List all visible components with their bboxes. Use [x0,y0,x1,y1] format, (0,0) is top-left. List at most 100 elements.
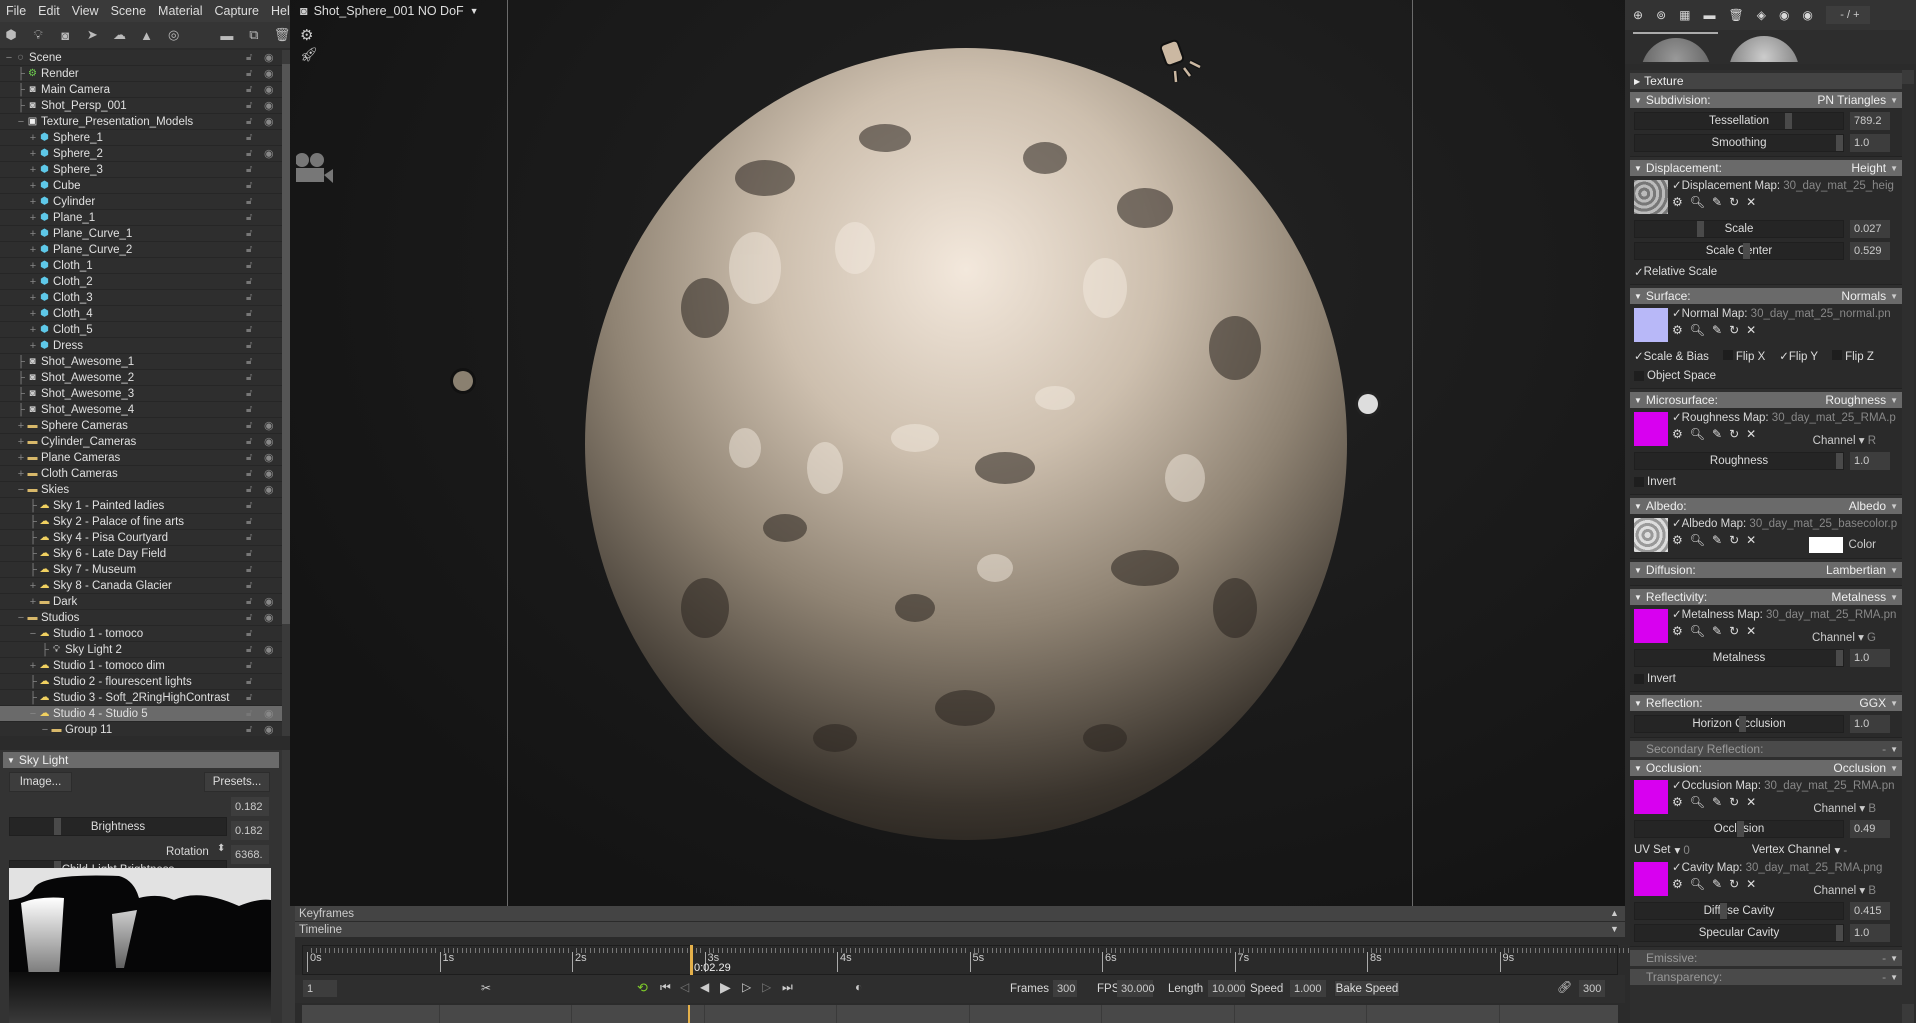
map-browse-magnifier-icon[interactable]: 🔍︎ [1690,795,1705,809]
jump-end-icon[interactable]: ⏭ [782,980,793,995]
check-icon[interactable]: ✓ [1672,180,1682,192]
visibility-eye-icon[interactable]: ◉ [264,611,278,624]
lock-icon[interactable]: 🔓︎ [246,500,256,511]
outliner-item[interactable]: + ⬢ Plane_Curve_2 🔓︎ [0,242,282,258]
occlusion-value[interactable]: 0.49 [1850,820,1890,838]
flip-y-checkbox[interactable]: ✓Flip Y [1779,349,1818,363]
check-icon[interactable]: ✓ [1672,412,1682,424]
lock-icon[interactable]: 🔓︎ [246,612,256,623]
transparency-section[interactable]: Transparency: - ▼ [1630,969,1902,985]
open-material-icon[interactable]: ▬ [1703,8,1715,22]
end-frame-field[interactable]: 300 [1579,980,1605,997]
play-icon[interactable]: ▶ [720,979,731,996]
keyframes-header[interactable]: Keyframes [295,906,1625,921]
reflection-mode-dropdown[interactable]: GGX [1859,696,1886,710]
rotation-value[interactable]: 6368. [231,845,269,864]
outliner-scrollbar[interactable] [282,50,290,736]
visibility-eye-icon[interactable]: ◉ [264,643,278,656]
check-icon[interactable]: ✓ [1672,518,1682,530]
outliner-item[interactable]: − ☁ Studio 1 - tomoco 🔓︎ [0,626,282,642]
occlusion-map-thumbnail[interactable] [1634,780,1668,814]
slider-knob[interactable] [1836,925,1843,941]
visibility-eye-icon[interactable]: ◉ [264,67,278,80]
map-reload-icon[interactable]: ↻ [1729,795,1739,809]
expand-icon[interactable]: + [28,260,38,272]
camera-gizmo-icon[interactable] [295,150,334,186]
map-edit-pencil-icon[interactable]: ✎ [1712,533,1722,547]
slider-knob[interactable] [1720,903,1727,919]
albedo-color-swatch[interactable] [1808,537,1843,553]
horizon-occlusion-slider[interactable]: Horizon Occlusion [1634,715,1844,733]
outliner-item[interactable]: ├ ☁ Sky 2 - Palace of fine arts 🔓︎ [0,514,282,530]
cavity-map-thumbnail[interactable] [1634,862,1668,896]
expand-icon[interactable]: + [28,196,38,208]
lock-icon[interactable]: 🔓︎ [246,292,256,303]
omni-light-gizmo-icon[interactable] [1354,390,1382,418]
outliner-item[interactable]: + ▬ Sphere Cameras 🔓︎ ◉ [0,418,282,434]
brightness-value[interactable]: 0.182 [231,797,269,816]
lock-icon[interactable]: 🔓︎ [246,564,256,575]
sky-light-header[interactable]: ▼ Sky Light [3,752,279,768]
specular-cavity-slider[interactable]: Specular Cavity [1634,924,1844,942]
add-turntable-icon[interactable]: ◎ [167,27,181,43]
map-settings-gear-icon[interactable]: ⚙ [1672,795,1683,809]
add-transform-icon[interactable]: ➤ [85,27,99,43]
lock-icon[interactable]: 🔓︎ [246,116,256,127]
expand-icon[interactable]: + [28,324,38,336]
metalness-map-thumbnail[interactable] [1634,609,1668,643]
secondary-reflection-section[interactable]: Secondary Reflection: - ▼ [1630,741,1902,757]
check-icon[interactable]: ✓ [1672,609,1682,621]
lock-icon[interactable]: 🔓︎ [246,676,256,687]
outliner-item[interactable]: + ⬢ Sphere_2 🔓︎ ◉ [0,146,282,162]
map-browse-magnifier-icon[interactable]: 🔍︎ [1690,427,1705,441]
outliner-item[interactable]: − ◌ Scene 🔓︎ ◉ [0,50,282,66]
channel-dropdown[interactable]: Channel ▾ G [1812,630,1876,644]
relative-scale-checkbox[interactable]: ✓ Relative Scale [1634,262,1898,282]
visibility-eye-icon[interactable]: ◉ [264,51,278,64]
surface-section[interactable]: ▼ Surface: Normals ▼ [1630,288,1902,304]
map-remove-x-icon[interactable]: ✕ [1746,195,1756,209]
visibility-eye-icon[interactable]: ◉ [264,707,278,720]
outliner-item[interactable]: ├ ☁ Studio 2 - flourescent lights 🔓︎ [0,674,282,690]
displacement-mode-dropdown[interactable]: Height [1851,161,1886,175]
fps-field[interactable]: 30.000 [1117,980,1155,997]
map-settings-gear-icon[interactable]: ⚙ [1672,624,1683,638]
diffuse-cavity-value[interactable]: 0.415 [1850,902,1890,920]
lock-icon[interactable]: 🔓︎ [246,324,256,335]
map-reload-icon[interactable]: ↻ [1729,323,1739,337]
map-edit-pencil-icon[interactable]: ✎ [1712,877,1722,891]
map-edit-pencil-icon[interactable]: ✎ [1712,795,1722,809]
expand-icon[interactable]: + [28,580,38,592]
child-light-brightness-value[interactable]: 0.182 [231,821,269,840]
add-mesh-icon[interactable]: ⬢ [4,27,18,43]
surface-mode-dropdown[interactable]: Normals [1841,289,1886,303]
link-icon[interactable]: 🔗︎ [1557,980,1572,994]
transparency-dropdown[interactable]: - [1882,970,1886,984]
assign-material-icon[interactable]: ◈ [1757,8,1766,22]
open-folder-icon[interactable]: ▬ [220,27,234,43]
map-remove-x-icon[interactable]: ✕ [1746,877,1756,891]
collapse-icon[interactable]: − [28,708,38,720]
reflectivity-mode-dropdown[interactable]: Metalness [1831,590,1886,604]
lock-icon[interactable]: 🔓︎ [246,420,256,431]
visibility-eye-icon[interactable]: ◉ [264,83,278,96]
map-reload-icon[interactable]: ↻ [1729,195,1739,209]
add-sky-icon[interactable]: ☁ [112,27,126,43]
lock-icon[interactable]: 🔓︎ [246,100,256,111]
expand-icon[interactable]: + [16,452,26,464]
channel-dropdown[interactable]: Channel ▾ B [1813,801,1876,815]
brightness-slider[interactable]: Brightness [9,817,227,836]
diffusion-mode-dropdown[interactable]: Lambertian [1826,563,1886,577]
microsurface-section[interactable]: ▼ Microsurface: Roughness ▼ [1630,392,1902,408]
lock-icon[interactable]: 🔓︎ [246,436,256,447]
map-remove-x-icon[interactable]: ✕ [1746,795,1756,809]
outliner-item[interactable]: ├ ☁ Studio 3 - Soft_2RingHighContrast 🔓︎ [0,690,282,706]
scale-center-slider[interactable]: Scale Center [1634,242,1844,260]
scale-slider[interactable]: Scale [1634,220,1844,238]
slider-knob[interactable] [1743,243,1750,259]
keyframe-track[interactable] [302,1005,1618,1023]
timeline-header[interactable]: Timeline [295,922,1625,937]
outliner-item[interactable]: ├ ◙ Main Camera 🔓︎ ◉ [0,82,282,98]
lock-icon[interactable]: 🔓︎ [246,660,256,671]
menu-capture[interactable]: Capture [209,4,265,18]
